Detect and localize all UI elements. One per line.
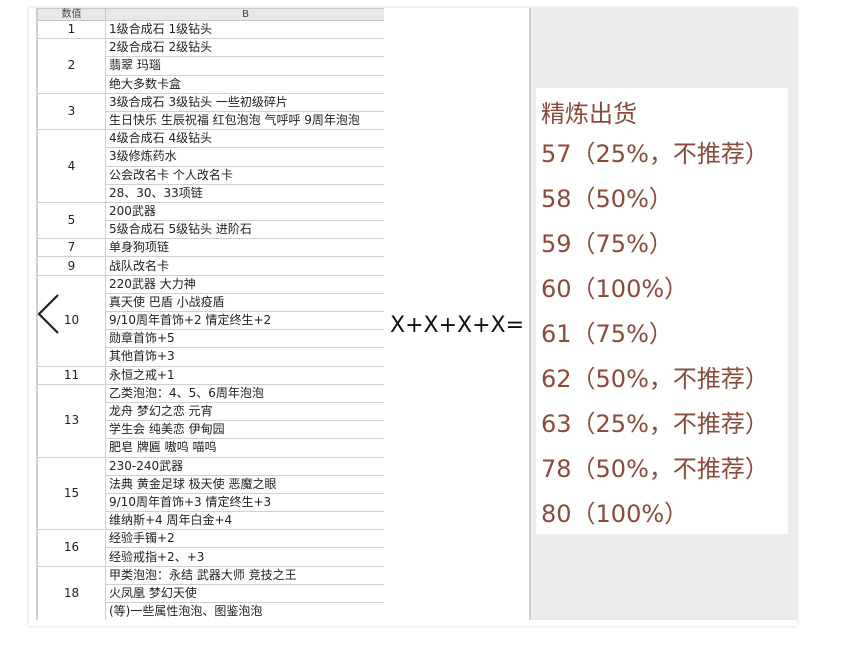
item-cell[interactable]: 甲类泡泡：永结 武器大师 竞技之王 bbox=[105, 565, 385, 585]
value-table: 数值 B 1 1级合成石 1级钻头 2 2级合成石 2级钻头 翡翠 玛瑙 绝大多数卡盒 3 3… bbox=[37, 8, 385, 620]
table-row: 13 乙类泡泡：4、5、6周年泡泡 bbox=[37, 383, 385, 458]
value-cell[interactable]: 15 bbox=[37, 456, 106, 531]
refine-item: 58（50%） bbox=[541, 185, 673, 213]
refine-item: 78（50%，不推荐） bbox=[541, 455, 769, 483]
value-cell[interactable]: 11 bbox=[37, 365, 106, 385]
refine-item: 60（100%） bbox=[541, 275, 689, 303]
formula-text: X+X+X+X= bbox=[390, 313, 525, 338]
item-cell[interactable]: 火凤凰 梦幻天使 bbox=[105, 583, 385, 604]
value-cell[interactable]: 16 bbox=[37, 529, 106, 567]
value-cell[interactable]: 2 bbox=[37, 38, 106, 94]
table-row: 4 4级合成石 4级钻头 bbox=[37, 129, 385, 203]
item-cell[interactable]: 其他首饰+3 bbox=[105, 347, 385, 367]
item-cell[interactable]: 5级合成石 5级钻头 进阶石 bbox=[105, 220, 385, 240]
item-cell[interactable]: 绝大多数卡盒 bbox=[105, 74, 385, 94]
column-header-a[interactable]: 数值 bbox=[37, 8, 106, 21]
refine-item: 57（25%，不推荐） bbox=[541, 140, 769, 168]
item-cell[interactable]: 生日快乐 生辰祝福 红包泡泡 气呼呼 9周年泡泡 bbox=[105, 110, 385, 131]
item-cell[interactable]: 肥皂 牌匾 嗷呜 喵呜 bbox=[105, 438, 385, 458]
value-cell[interactable]: 5 bbox=[37, 201, 106, 240]
item-cell[interactable]: 1级合成石 1级钻头 bbox=[105, 19, 385, 40]
item-cell[interactable]: 法典 黄金足球 极天使 恶魔之眼 bbox=[105, 474, 385, 494]
item-cell[interactable]: 龙舟 梦幻之恋 元宵 bbox=[105, 401, 385, 422]
table-row: 11 永恒之戒+1 bbox=[37, 365, 385, 385]
item-cell[interactable]: 28、30、33项链 bbox=[105, 183, 385, 203]
item-cell[interactable]: 230-240武器 bbox=[105, 456, 385, 476]
table-row: 1 1级合成石 1级钻头 bbox=[37, 19, 385, 40]
table-row: 3 3级合成石 3级钻头 一些初级碎片 bbox=[37, 92, 385, 131]
table-row: 5 200武器 bbox=[37, 201, 385, 240]
table-row: 10 220武器 大力神 bbox=[37, 274, 385, 367]
item-cell[interactable]: 翡翠 玛瑙 bbox=[105, 56, 385, 76]
item-cell[interactable]: 单身狗项链 bbox=[105, 238, 385, 258]
value-cell[interactable]: 13 bbox=[37, 383, 106, 458]
item-cell[interactable]: 学生会 纯美恋 伊甸园 bbox=[105, 420, 385, 440]
item-cell[interactable]: 9/10周年首饰+3 情定终生+3 bbox=[105, 492, 385, 513]
refine-item: 61（75%） bbox=[541, 320, 673, 348]
table-row: 2 2级合成石 2级钻头 bbox=[37, 38, 385, 94]
item-cell[interactable]: 9/10周年首饰+2 情定终生+2 bbox=[105, 310, 385, 331]
item-cell[interactable]: 勋章首饰+5 bbox=[105, 329, 385, 349]
item-cell[interactable]: 3级修炼药水 bbox=[105, 147, 385, 167]
item-cell[interactable]: 战队改名卡 bbox=[105, 256, 385, 276]
spreadsheet: 数值 B 1 1级合成石 1级钻头 2 2级合成石 2级钻头 翡翠 玛瑙 绝大多数卡盒 3 3… bbox=[36, 8, 385, 620]
value-cell[interactable]: 9 bbox=[37, 256, 106, 276]
item-cell[interactable]: 经验手镯+2 bbox=[105, 529, 385, 549]
item-cell[interactable]: 4级合成石 4级钻头 bbox=[105, 129, 385, 149]
item-cell[interactable]: 200武器 bbox=[105, 201, 385, 222]
item-cell[interactable]: 维纳斯+4 周年白金+4 bbox=[105, 511, 385, 531]
chevron-left-icon[interactable] bbox=[36, 293, 62, 335]
table-row: 9 战队改名卡 bbox=[37, 256, 385, 276]
table-row: 16 经验手镯+2 bbox=[37, 529, 385, 567]
item-cell[interactable]: (等)一些属性泡泡、图鉴泡泡 bbox=[105, 601, 385, 620]
item-cell[interactable]: 220武器 大力神 bbox=[105, 274, 385, 294]
table-row: 18 甲类泡泡：永结 武器大师 竞技之王 bbox=[37, 565, 385, 620]
item-cell[interactable]: 3级合成石 3级钻头 一些初级碎片 bbox=[105, 92, 385, 112]
value-cell[interactable]: 1 bbox=[37, 19, 106, 40]
item-cell[interactable]: 真天使 巴盾 小战疫盾 bbox=[105, 292, 385, 313]
item-cell[interactable]: 经验戒指+2、+3 bbox=[105, 547, 385, 567]
panel-title: 精炼出货 bbox=[541, 100, 637, 128]
value-cell[interactable]: 3 bbox=[37, 92, 106, 131]
column-header-b[interactable]: B bbox=[105, 8, 385, 21]
item-cell[interactable]: 2级合成石 2级钻头 bbox=[105, 38, 385, 58]
item-cell[interactable]: 永恒之戒+1 bbox=[105, 365, 385, 385]
table-row: 15 230-240武器 bbox=[37, 456, 385, 531]
value-cell[interactable]: 18 bbox=[37, 565, 106, 620]
item-cell[interactable]: 乙类泡泡：4、5、6周年泡泡 bbox=[105, 383, 385, 403]
value-cell[interactable]: 7 bbox=[37, 238, 106, 258]
value-cell[interactable]: 4 bbox=[37, 129, 106, 203]
refine-item: 59（75%） bbox=[541, 230, 673, 258]
item-cell[interactable]: 公会改名卡 个人改名卡 bbox=[105, 165, 385, 185]
table-row: 7 单身狗项链 bbox=[37, 238, 385, 258]
refine-panel: 精炼出货 57（25%，不推荐） 58（50%） 59（75%） 60（100%） 61… bbox=[536, 88, 788, 534]
refine-item: 62（50%，不推荐） bbox=[541, 365, 769, 393]
refine-item: 63（25%，不推荐） bbox=[541, 410, 769, 438]
refine-item: 80（100%） bbox=[541, 500, 689, 528]
